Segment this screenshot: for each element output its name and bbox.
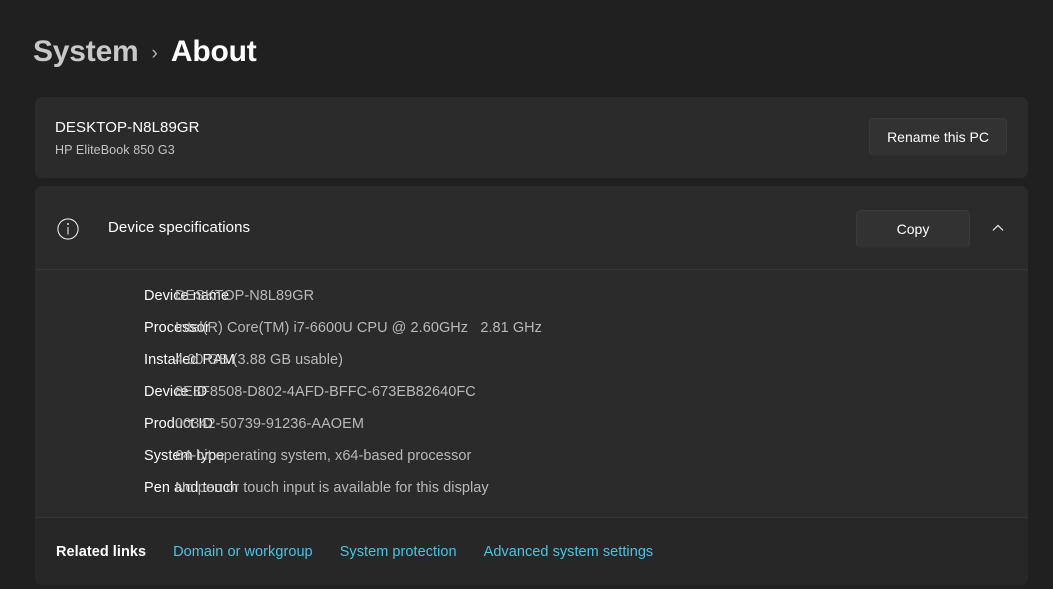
spec-row: Installed RAM 4.00 GB (3.88 GB usable) [35,344,1028,376]
spec-label: System type [35,448,175,464]
spec-value: 64-bit operating system, x64-based proce… [175,448,471,464]
related-links-bar: Related links Domain or workgroup System… [35,517,1028,585]
spec-value: Intel(R) Core(TM) i7-6600U CPU @ 2.60GHz… [175,320,542,336]
breadcrumb-parent-system[interactable]: System [33,37,139,67]
chevron-up-icon[interactable] [982,212,1014,244]
spec-row: Processor Intel(R) Core(TM) i7-6600U CPU… [35,312,1028,344]
device-summary-card: DESKTOP-N8L89GR HP EliteBook 850 G3 Rena… [35,97,1028,178]
info-circle-icon [56,217,80,241]
spec-row: Device ID 8E3F8508-D802-4AFD-BFFC-673EB8… [35,376,1028,408]
breadcrumb: System › About [33,29,257,75]
device-name-heading: DESKTOP-N8L89GR [55,119,200,136]
spec-label: Device ID [35,384,175,400]
breadcrumb-separator-icon: › [152,44,158,63]
spec-value: 4.00 GB (3.88 GB usable) [175,352,343,368]
spec-value: 8E3F8508-D802-4AFD-BFFC-673EB82640FC [175,384,476,400]
device-model-subtitle: HP EliteBook 850 G3 [55,143,175,157]
spec-value: DESKTOP-N8L89GR [175,288,314,304]
spec-value: 00342-50739-91236-AAOEM [175,416,364,432]
device-specifications-list: Device name DESKTOP-N8L89GR Processor In… [35,270,1028,504]
related-link-domain-or-workgroup[interactable]: Domain or workgroup [173,544,313,560]
related-links-label: Related links [56,544,146,560]
spec-label: Pen and touch [35,480,175,496]
spec-row: System type 64-bit operating system, x64… [35,440,1028,472]
device-specifications-card: Device specifications Copy Device name D… [35,186,1028,585]
spec-row: Device name DESKTOP-N8L89GR [35,280,1028,312]
spec-label: Product ID [35,416,175,432]
copy-button[interactable]: Copy [856,210,970,248]
related-link-system-protection[interactable]: System protection [340,544,457,560]
device-specifications-header[interactable]: Device specifications Copy [35,186,1028,270]
spec-label: Processor [35,320,175,336]
page-title-about: About [171,37,257,67]
spec-label: Device name [35,288,175,304]
device-specifications-title: Device specifications [108,219,250,236]
spec-row: Pen and touch No pen or touch input is a… [35,472,1028,504]
related-link-advanced-system-settings[interactable]: Advanced system settings [484,544,654,560]
rename-this-pc-button[interactable]: Rename this PC [869,118,1007,156]
spec-row: Product ID 00342-50739-91236-AAOEM [35,408,1028,440]
spec-value: No pen or touch input is available for t… [175,480,489,496]
spec-label: Installed RAM [35,352,175,368]
